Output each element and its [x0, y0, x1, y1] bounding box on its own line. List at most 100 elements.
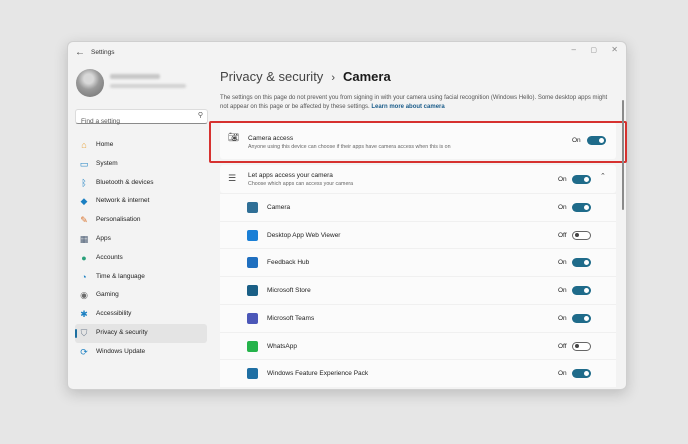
- nav-list: ⌂ Home ▭ System ᛒ Bluetooth & devices ◆ Network…: [75, 136, 207, 362]
- app-row: Feedback Hub On: [220, 248, 616, 277]
- avatar[interactable]: [76, 69, 104, 97]
- sidebar-item-windows-update[interactable]: ⟳ Windows Update: [75, 343, 207, 362]
- app-row: Windows Feature Experience Pack On: [220, 359, 616, 388]
- chevron-up-icon[interactable]: ⌃: [600, 172, 606, 180]
- maximize-button[interactable]: ▢: [590, 46, 597, 54]
- sidebar-item-accounts[interactable]: ● Accounts: [75, 249, 207, 268]
- app-name: Desktop App Web Viewer: [267, 231, 341, 239]
- let-apps-state: On: [558, 176, 567, 183]
- learn-more-link[interactable]: Learn more about camera: [371, 104, 444, 110]
- sidebar-item-label: Gaming: [96, 291, 119, 299]
- home-icon: ⌂: [81, 140, 87, 150]
- app-state: Off: [558, 231, 567, 239]
- app-row: Desktop App Web Viewer Off: [220, 220, 616, 249]
- list-icon: ☰: [228, 173, 237, 183]
- let-apps-subtitle: Choose which apps can access your camera: [248, 181, 354, 187]
- sidebar-item-label: Accounts: [96, 253, 123, 261]
- search-icon[interactable]: ⚲: [198, 111, 203, 119]
- app-name: Camera: [267, 204, 291, 211]
- app-name: Feedback Hub: [267, 259, 310, 267]
- apps-icon: ▦: [79, 233, 89, 244]
- app-toggle[interactable]: [572, 258, 591, 268]
- app-toggle[interactable]: [572, 313, 591, 323]
- sidebar-item-accessibility[interactable]: ✱ Accessibility: [75, 305, 207, 324]
- app-toggle[interactable]: [572, 341, 591, 351]
- back-arrow-icon[interactable]: ←: [75, 47, 85, 58]
- accounts-icon: ●: [81, 252, 87, 263]
- breadcrumb-parent[interactable]: Privacy & security: [220, 69, 323, 84]
- app-name: Windows Feature Experience Pack: [267, 370, 369, 378]
- app-toggle[interactable]: [572, 203, 591, 212]
- store-icon: [247, 285, 258, 297]
- sidebar-item-label: Accessibility: [96, 310, 132, 318]
- sidebar-item-label: Home: [96, 141, 114, 148]
- page-description: The settings on this page do not prevent…: [220, 94, 614, 111]
- sidebar: ⚲ ⌂ Home ▭ System ᛒ Bluetooth & devices ◆ Netwo…: [68, 64, 218, 389]
- app-state: On: [558, 259, 567, 267]
- accessibility-icon: ✱: [80, 309, 88, 320]
- app-state: Off: [558, 342, 567, 350]
- let-apps-title: Let apps access your camera: [248, 172, 333, 179]
- search-box[interactable]: ⚲: [75, 109, 208, 128]
- feedback-hub-icon: [247, 257, 258, 269]
- brush-icon: ✎: [80, 215, 88, 226]
- app-toggle[interactable]: [572, 286, 591, 296]
- app-state: On: [558, 370, 567, 378]
- app-name: Microsoft Teams: [267, 314, 315, 322]
- bluetooth-icon: ᛒ: [81, 177, 87, 188]
- close-button[interactable]: ✕: [611, 45, 618, 54]
- sidebar-item-system[interactable]: ▭ System: [75, 155, 207, 174]
- search-input[interactable]: [76, 115, 191, 128]
- window-title: Settings: [91, 49, 115, 56]
- app-row: Microsoft Teams On: [220, 303, 616, 332]
- teams-icon: [247, 312, 258, 324]
- app-name: Microsoft Store: [267, 287, 311, 295]
- let-apps-card[interactable]: ☰ Let apps access your camera Choose whi…: [220, 165, 616, 193]
- user-name-blurred: [110, 74, 160, 79]
- sidebar-item-time-language[interactable]: ◔ Time & language: [75, 268, 207, 287]
- app-toggle[interactable]: [572, 230, 591, 240]
- camera-app-icon: [247, 202, 258, 213]
- sidebar-item-bluetooth-devices[interactable]: ᛒ Bluetooth & devices: [75, 174, 207, 193]
- app-row: WhatsApp Off: [220, 331, 616, 360]
- app-row: Microsoft Store On: [220, 276, 616, 305]
- highlight-box: [209, 121, 627, 163]
- sidebar-item-label: Time & language: [96, 272, 145, 280]
- network-icon: ◆: [80, 196, 88, 207]
- sidebar-item-label: Network & internet: [96, 197, 150, 205]
- sidebar-item-label: Privacy & security: [96, 328, 148, 336]
- user-email-blurred: [110, 84, 186, 88]
- sidebar-item-network-internet[interactable]: ◆ Network & internet: [75, 192, 207, 211]
- sidebar-item-label: Windows Update: [96, 347, 146, 355]
- feature-pack-icon: [247, 368, 258, 380]
- sidebar-item-label: Bluetooth & devices: [96, 178, 154, 186]
- sidebar-item-apps[interactable]: ▦ Apps: [75, 230, 207, 249]
- time-language-icon: ◔: [81, 271, 87, 282]
- let-apps-toggle[interactable]: [572, 175, 591, 184]
- shield-icon: ⛉: [80, 327, 88, 338]
- scrollbar[interactable]: [622, 100, 624, 210]
- web-viewer-icon: [247, 229, 258, 241]
- app-name: WhatsApp: [267, 342, 297, 350]
- sidebar-item-gaming[interactable]: ◉ Gaming: [75, 286, 207, 305]
- sidebar-item-personalisation[interactable]: ✎ Personalisation: [75, 211, 207, 230]
- breadcrumb-separator: ›: [331, 72, 335, 84]
- sidebar-item-privacy-security[interactable]: ⛉ Privacy & security: [75, 323, 207, 343]
- sidebar-item-home[interactable]: ⌂ Home: [75, 136, 207, 155]
- app-state: On: [558, 314, 567, 322]
- app-state: On: [558, 204, 567, 211]
- title-bar: ← Settings – ▢ ✕: [68, 42, 626, 64]
- windows-update-icon: ⟳: [80, 346, 88, 357]
- app-state: On: [558, 287, 567, 295]
- whatsapp-icon: [247, 340, 258, 352]
- page-title: Camera: [342, 69, 391, 84]
- app-row: Camera On: [220, 193, 616, 221]
- settings-window: ← Settings – ▢ ✕ ⚲ ⌂ Home ▭ System ᛒ Bluetoot…: [67, 41, 627, 390]
- sidebar-item-label: Personalisation: [96, 216, 141, 224]
- system-icon: ▭: [79, 158, 89, 169]
- breadcrumb: Privacy & security › Camera: [220, 69, 391, 84]
- sidebar-item-label: Apps: [96, 234, 111, 242]
- minimize-button[interactable]: –: [572, 45, 576, 54]
- app-toggle[interactable]: [572, 369, 591, 379]
- sidebar-item-label: System: [96, 159, 118, 167]
